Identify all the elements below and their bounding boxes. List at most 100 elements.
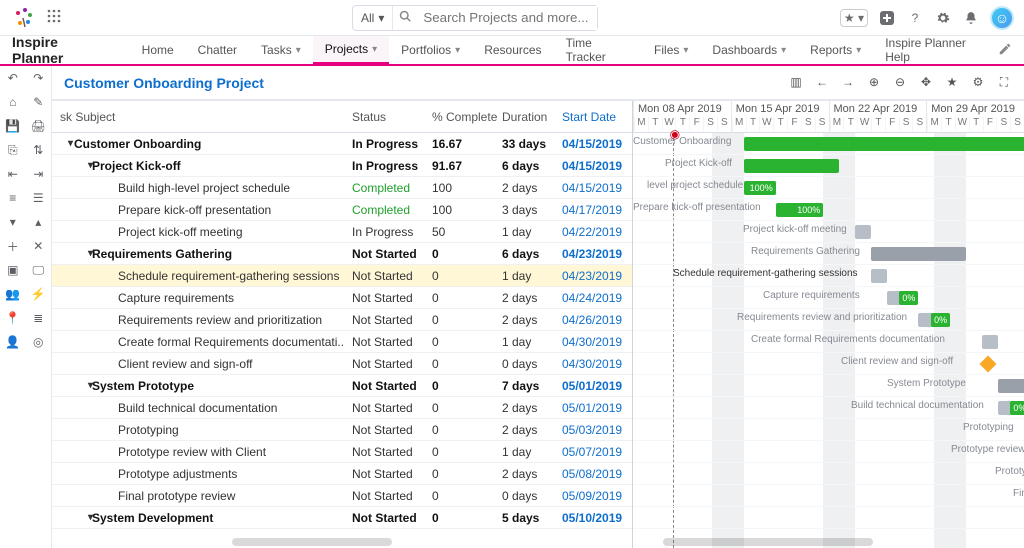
nav-tab-tasks[interactable]: Tasks▾ — [249, 36, 313, 64]
export-icon[interactable]: ⎘ — [0, 138, 26, 162]
star-icon[interactable]: ★ — [944, 75, 960, 90]
nav-tab-files[interactable]: Files▾ — [642, 36, 700, 64]
gantt-bar[interactable] — [744, 159, 839, 173]
bolt-icon[interactable]: ⚡ — [26, 282, 52, 306]
expand-caret-icon[interactable]: ▾ — [60, 512, 88, 523]
add-icon[interactable] — [878, 9, 896, 27]
gantt-bar[interactable]: 0% — [918, 313, 950, 327]
task-row[interactable]: ▾Requirements GatheringNot Started06 day… — [52, 243, 632, 265]
col-pct[interactable]: % Complete — [432, 110, 502, 124]
task-row[interactable]: Final prototype reviewNot Started00 days… — [52, 485, 632, 507]
task-row[interactable]: Create formal Requirements documentati..… — [52, 331, 632, 353]
task-row[interactable]: Client review and sign-offNot Started00 … — [52, 353, 632, 375]
arrow-left-icon[interactable]: ← — [814, 75, 830, 90]
print-icon[interactable]: 🖨 — [26, 114, 52, 138]
bell-icon[interactable] — [962, 9, 980, 27]
expand-caret-icon[interactable]: ▾ — [60, 380, 88, 391]
sort-icon[interactable]: ⇅ — [26, 138, 52, 162]
expand-icon[interactable]: ▾ — [0, 210, 26, 234]
gantt-bar[interactable]: 0% — [887, 291, 919, 305]
gear-icon[interactable] — [934, 9, 952, 27]
fullscreen-icon[interactable]: ⛶ — [996, 75, 1012, 90]
nav-tab-projects[interactable]: Projects▾ — [313, 36, 389, 64]
home-icon[interactable]: ⌂ — [0, 90, 26, 114]
checklist-icon[interactable]: ☰ — [26, 186, 52, 210]
person-icon[interactable]: 👤 — [0, 330, 26, 354]
avatar[interactable]: ☺ — [990, 6, 1014, 30]
task-row[interactable]: Build high-level project scheduleComplet… — [52, 177, 632, 199]
task-row[interactable]: PrototypingNot Started02 days05/03/2019 — [52, 419, 632, 441]
outdent-icon[interactable]: ⇤ — [0, 162, 26, 186]
gantt-bar[interactable] — [871, 269, 887, 283]
task-row[interactable]: ▾Customer OnboardingIn Progress16.6733 d… — [52, 133, 632, 155]
box-icon[interactable]: ▣ — [0, 258, 26, 282]
screen-icon[interactable]: 🖵 — [26, 258, 52, 282]
col-date[interactable]: Start Date — [562, 110, 632, 124]
nav-tab-inspire-planner-help[interactable]: Inspire Planner Help — [873, 36, 998, 64]
add-icon[interactable]: ＋ — [0, 234, 26, 258]
edit-nav-icon[interactable] — [998, 42, 1012, 59]
nav-tab-dashboards[interactable]: Dashboards▾ — [700, 36, 798, 64]
col-status[interactable]: Status — [352, 110, 432, 124]
gantt-bar[interactable] — [871, 247, 966, 261]
expand-caret-icon[interactable]: ▾ — [60, 248, 88, 259]
task-row[interactable]: Capture requirementsNot Started02 days04… — [52, 287, 632, 309]
gantt-bar[interactable] — [998, 379, 1024, 393]
move-icon[interactable]: ✥ — [918, 75, 934, 90]
nav-tab-portfolios[interactable]: Portfolios▾ — [389, 36, 472, 64]
gantt-bar[interactable] — [982, 335, 998, 349]
gantt-bar[interactable]: 0% — [998, 401, 1024, 415]
nav-tab-reports[interactable]: Reports▾ — [798, 36, 873, 64]
help-icon[interactable]: ? — [906, 9, 924, 27]
gantt-bar[interactable]: 100% — [744, 181, 776, 195]
undo-icon[interactable]: ↶ — [0, 66, 26, 90]
gantt-scrollbar[interactable] — [663, 538, 873, 546]
edit-icon[interactable]: ✎ — [26, 90, 52, 114]
nav-tab-time-tracker[interactable]: Time Tracker — [554, 36, 642, 64]
gear-icon[interactable]: ⚙ — [970, 75, 986, 90]
remove-icon[interactable]: ✕ — [26, 234, 52, 258]
collapse-icon[interactable]: ▴ — [26, 210, 52, 234]
nav-tab-resources[interactable]: Resources — [472, 36, 553, 64]
task-row[interactable]: ▾System DevelopmentNot Started05 days05/… — [52, 507, 632, 529]
nav-tab-home[interactable]: Home — [130, 36, 186, 64]
task-date: 04/23/2019 — [562, 247, 632, 261]
target-icon[interactable]: ◎ — [26, 330, 52, 354]
rows-icon[interactable]: ≣ — [26, 306, 52, 330]
gantt-row: Prototype a — [633, 463, 1024, 485]
zoom-in-icon[interactable]: ⊕ — [866, 75, 882, 90]
app-launcher-icon[interactable] — [44, 6, 64, 29]
redo-icon[interactable]: ↷ — [26, 66, 52, 90]
grid-scrollbar[interactable] — [232, 538, 392, 546]
columns-icon[interactable]: ▥ — [788, 75, 804, 90]
pin-icon[interactable]: 📍 — [0, 306, 26, 330]
favorites-menu[interactable]: ★ ▾ — [840, 9, 868, 27]
nav-tab-chatter[interactable]: Chatter — [186, 36, 249, 64]
task-row[interactable]: Requirements review and prioritizationNo… — [52, 309, 632, 331]
search-scope-dropdown[interactable]: All ▾ — [353, 6, 393, 30]
task-row[interactable]: Build technical documentationNot Started… — [52, 397, 632, 419]
task-row[interactable]: Prototype review with ClientNot Started0… — [52, 441, 632, 463]
gantt-bar[interactable]: 100% — [776, 203, 824, 217]
col-dur[interactable]: Duration — [502, 110, 562, 124]
milestone-icon[interactable] — [979, 356, 996, 373]
list-icon[interactable]: ≡ — [0, 186, 26, 210]
save-icon[interactable]: 💾 — [0, 114, 26, 138]
task-row[interactable]: Prepare kick-off presentationCompleted10… — [52, 199, 632, 221]
zoom-out-icon[interactable]: ⊖ — [892, 75, 908, 90]
task-row[interactable]: Project kick-off meetingIn Progress501 d… — [52, 221, 632, 243]
gantt-row-label: Prototyping — [963, 422, 1014, 433]
task-row[interactable]: Schedule requirement-gathering sessionsN… — [52, 265, 632, 287]
task-row[interactable]: ▾System PrototypeNot Started07 days05/01… — [52, 375, 632, 397]
gantt-bar[interactable] — [855, 225, 871, 239]
users-icon[interactable]: 👥 — [0, 282, 26, 306]
search-input[interactable] — [417, 6, 597, 30]
task-row[interactable]: ▾Project Kick-offIn Progress91.676 days0… — [52, 155, 632, 177]
arrow-right-icon[interactable]: → — [840, 75, 856, 90]
col-subject[interactable]: sk Subject — [52, 110, 352, 124]
gantt-bar[interactable] — [744, 137, 1024, 151]
indent-icon[interactable]: ⇥ — [26, 162, 52, 186]
expand-caret-icon[interactable]: ▾ — [60, 160, 88, 171]
task-row[interactable]: Prototype adjustmentsNot Started02 days0… — [52, 463, 632, 485]
expand-caret-icon[interactable]: ▾ — [60, 138, 70, 149]
